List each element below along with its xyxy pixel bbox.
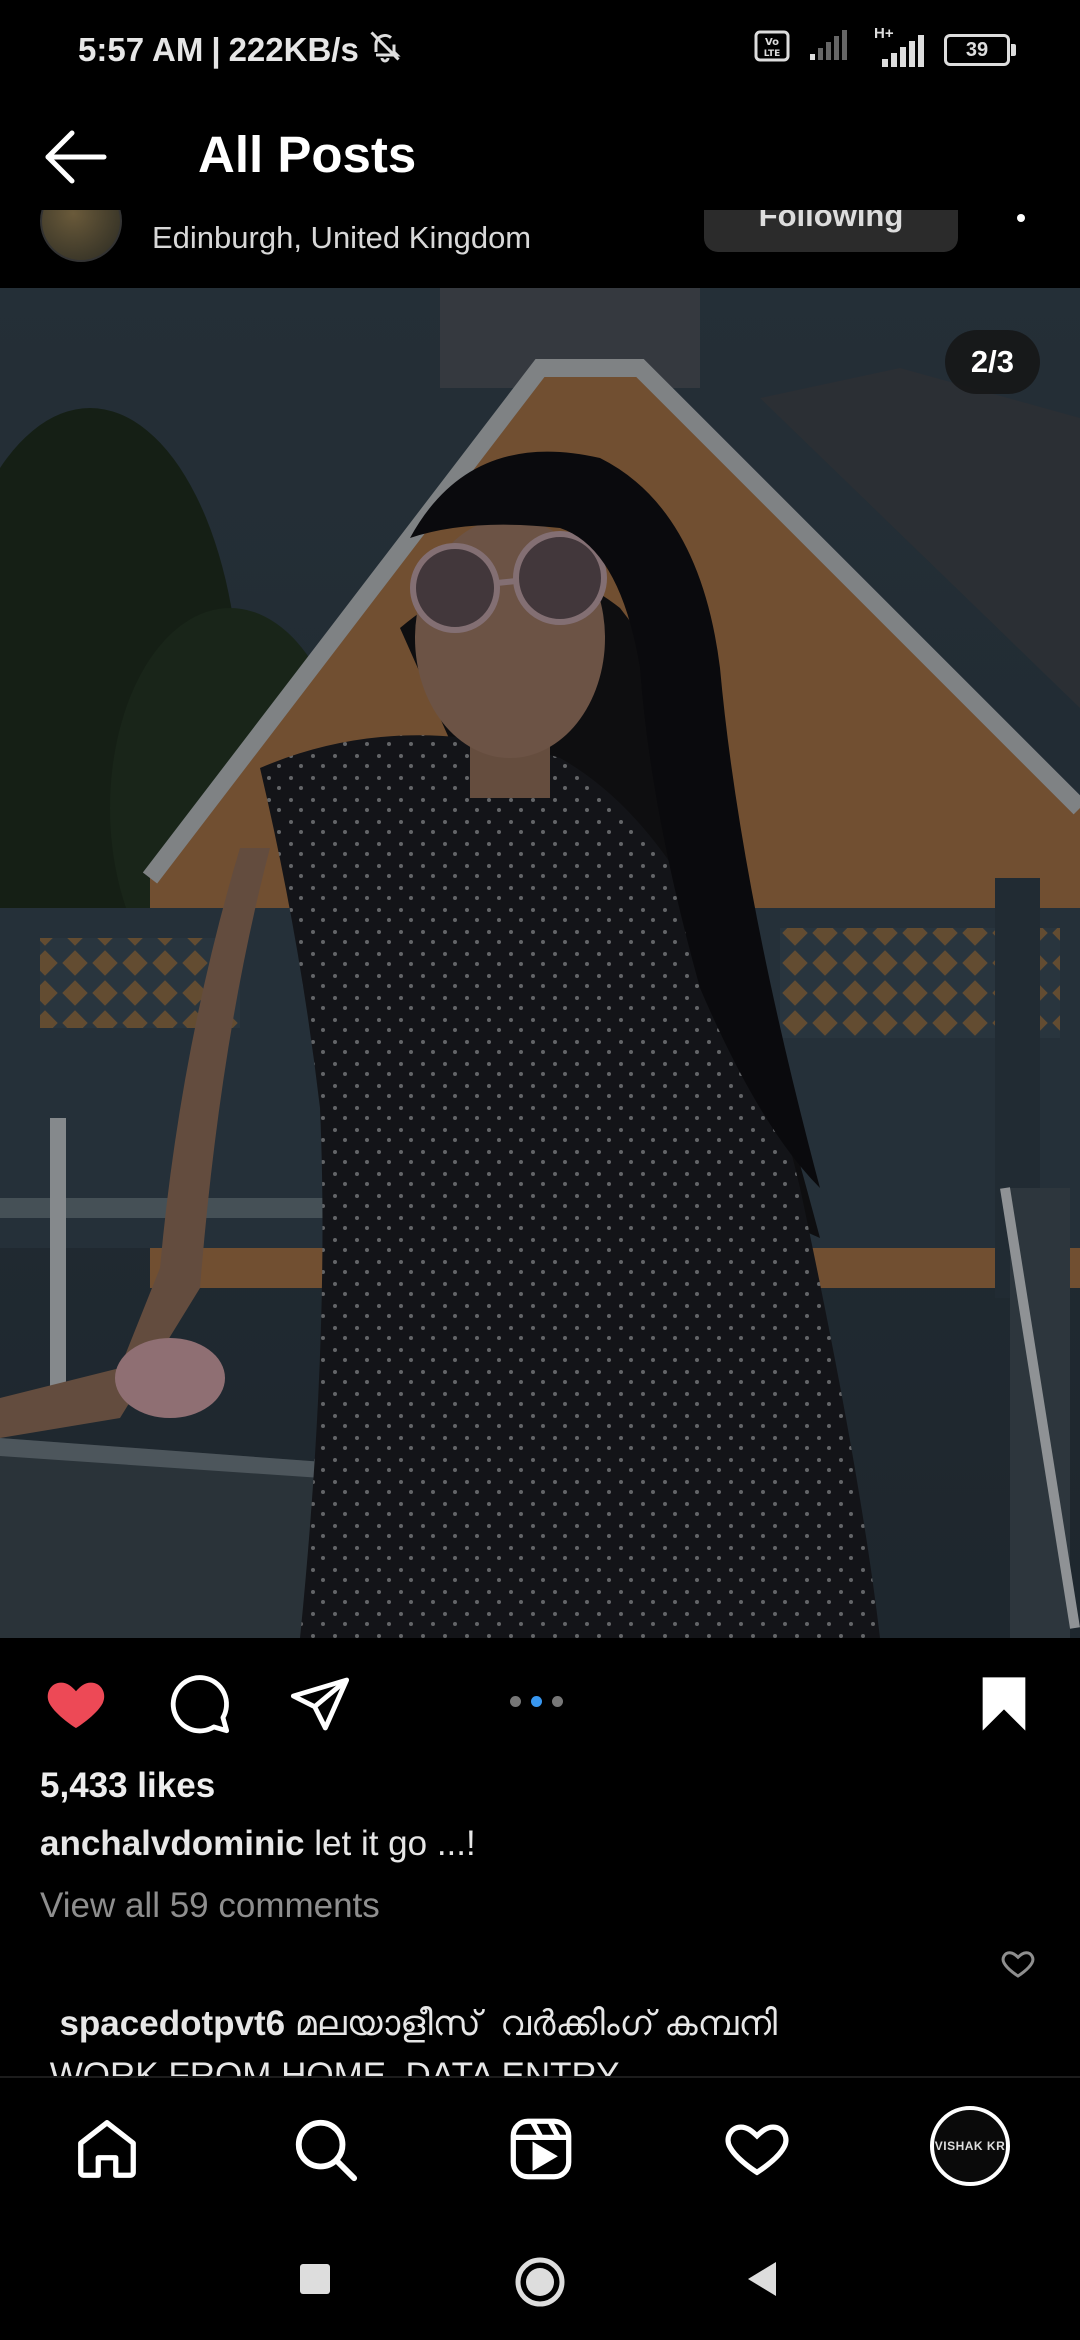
carousel-dot-active	[531, 1696, 542, 1707]
carousel-dot	[552, 1696, 563, 1707]
carousel-page-counter: 2/3	[944, 330, 1040, 394]
view-all-comments-link[interactable]: View all 59 comments	[40, 1886, 380, 1926]
nav-profile-avatar[interactable]: VISHAK KR	[930, 2106, 1010, 2186]
arrow-left-icon	[45, 130, 107, 184]
following-label: Following	[758, 210, 904, 233]
comment-bubble-icon	[170, 1675, 230, 1734]
status-right: Vo LTE H+ 39	[754, 25, 1016, 70]
status-speed: 222KB/s	[228, 31, 359, 68]
comment-preview: spacedotpvt6 മലയാളീസ് വർക്കിംഗ് കമ്പനി W…	[40, 1946, 990, 2076]
comment-username[interactable]: spacedotpvt6	[59, 2004, 285, 2043]
reels-icon	[510, 2118, 572, 2180]
nav-search[interactable]	[290, 2114, 360, 2184]
paper-plane-icon	[290, 1677, 350, 1731]
home-system-button[interactable]	[512, 2254, 565, 2307]
following-button[interactable]: Following	[704, 210, 958, 252]
post-caption: anchalvdominic let it go ...!	[40, 1824, 476, 1864]
svg-text:LTE: LTE	[764, 49, 781, 59]
system-nav-bar	[0, 2216, 1080, 2340]
heart-outline-icon	[1001, 1951, 1035, 1978]
post-image	[0, 288, 1080, 1638]
carousel-dot	[510, 1696, 521, 1707]
status-time: 5:57 AM	[78, 31, 204, 68]
top-nav: All Posts	[0, 100, 1080, 210]
home-icon	[78, 2120, 136, 2178]
back-system-button[interactable]	[738, 2254, 788, 2304]
caption-username[interactable]: anchalvdominic	[40, 1824, 305, 1863]
likes-count[interactable]: 5,433 likes	[40, 1766, 215, 1806]
heart-outline-icon	[725, 2124, 789, 2176]
battery-icon: 39	[944, 34, 1016, 66]
share-button[interactable]	[288, 1672, 352, 1736]
bottom-nav: VISHAK KR	[0, 2076, 1080, 2218]
signal-hplus-icon: H+	[868, 25, 926, 69]
post-author-avatar[interactable]	[40, 210, 122, 262]
post-actions	[0, 1638, 1080, 1766]
nav-activity[interactable]	[722, 2114, 792, 2184]
battery-level: 39	[965, 38, 989, 61]
post-location[interactable]: Edinburgh, United Kingdom	[152, 220, 531, 256]
caption-text: let it go ...!	[304, 1824, 476, 1863]
signal-weak-icon	[808, 30, 850, 70]
bookmark-filled-icon	[982, 1677, 1026, 1731]
profile-logo-text: VISHAK KR	[934, 2139, 1006, 2153]
more-options-button[interactable]	[1006, 212, 1036, 252]
status-separator: |	[211, 31, 221, 68]
post-photo[interactable]: 2/3	[0, 288, 1080, 1638]
square-icon	[300, 2264, 330, 2294]
status-bar: 5:57 AM | 222KB/s Vo LTE H+ 39	[0, 0, 1080, 100]
volte-icon: Vo LTE	[754, 30, 790, 70]
post-header: Edinburgh, United Kingdom Following	[0, 210, 1080, 288]
triangle-back-icon	[748, 2262, 776, 2296]
svg-text:Vo: Vo	[765, 37, 779, 48]
status-left: 5:57 AM | 222KB/s	[78, 28, 403, 72]
carousel-dots	[510, 1696, 563, 1707]
more-vertical-icon	[1017, 214, 1025, 222]
search-icon	[295, 2119, 358, 2182]
save-button[interactable]	[976, 1672, 1040, 1736]
circle-icon	[515, 2257, 565, 2307]
comment-button[interactable]	[168, 1672, 232, 1736]
like-button[interactable]	[44, 1672, 108, 1736]
nav-reels[interactable]	[506, 2114, 576, 2184]
page-title: All Posts	[198, 126, 417, 183]
recents-button[interactable]	[290, 2254, 340, 2304]
bell-mute-icon	[367, 28, 403, 72]
heart-filled-icon	[47, 1682, 105, 1728]
nav-home[interactable]	[72, 2114, 142, 2184]
back-button[interactable]	[42, 122, 112, 192]
comment-like-button[interactable]	[1000, 1946, 1036, 1982]
